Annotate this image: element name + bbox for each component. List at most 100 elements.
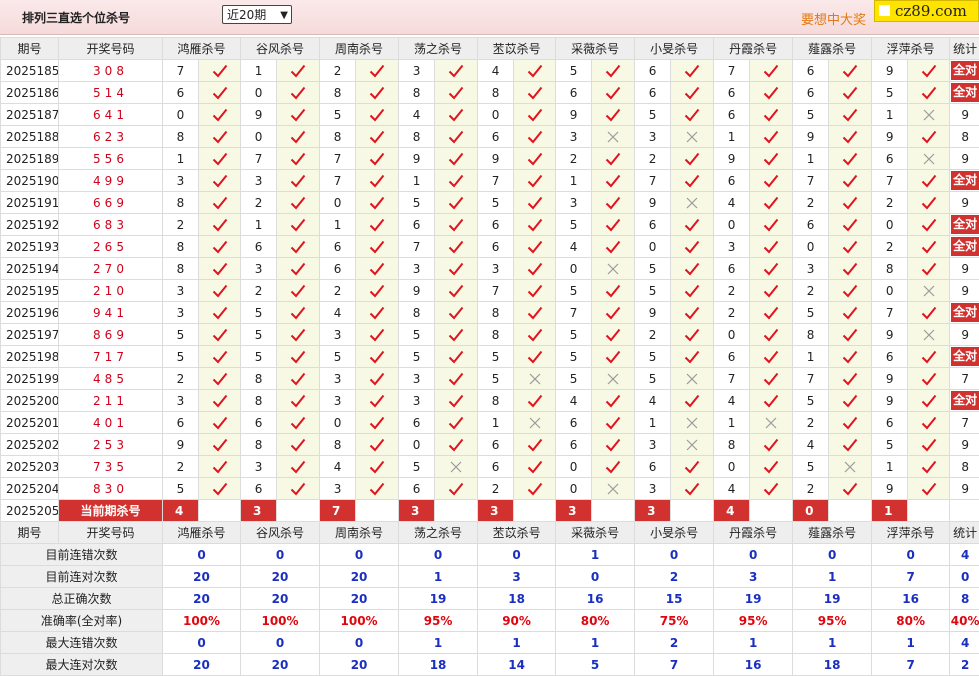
check-icon — [290, 64, 306, 78]
kill-number-cell: 5 — [399, 192, 435, 214]
kill-number-cell: 6 — [241, 236, 277, 258]
check-icon — [921, 130, 937, 144]
miss-mark-cell — [671, 368, 714, 390]
check-icon — [369, 438, 385, 452]
kill-number-cell: 5 — [163, 324, 199, 346]
kill-number-cell: 8 — [872, 258, 908, 280]
stat-row: 总正确次数202020191816151919168 — [1, 588, 979, 610]
check-icon — [448, 262, 464, 276]
check-icon — [212, 196, 228, 210]
check-icon — [684, 460, 700, 474]
hit-mark-cell — [592, 302, 635, 324]
check-icon — [212, 460, 228, 474]
hit-mark-cell — [199, 214, 241, 236]
check-icon — [369, 108, 385, 122]
kill-number-cell: 5 — [793, 104, 829, 126]
current-total-empty — [950, 500, 979, 522]
hit-mark-cell — [829, 478, 872, 500]
check-icon — [842, 130, 858, 144]
kill-number-cell: 0 — [399, 434, 435, 456]
check-icon — [290, 196, 306, 210]
hit-mark-cell — [277, 478, 320, 500]
current-kill-value: 3 — [556, 500, 592, 522]
check-icon — [369, 284, 385, 298]
kill-number-cell: 7 — [320, 170, 356, 192]
hit-mark-cell — [750, 214, 793, 236]
stat-value: 7 — [872, 566, 950, 588]
hit-mark-cell — [750, 104, 793, 126]
hit-mark-cell — [356, 412, 399, 434]
kill-number-cell: 3 — [163, 390, 199, 412]
table-row: 20252002113833844459全对 — [1, 390, 979, 412]
hit-mark-cell — [908, 346, 950, 368]
miss-mark-cell — [908, 324, 950, 346]
kill-number-cell: 7 — [241, 148, 277, 170]
cross-icon — [450, 461, 462, 473]
kill-number-cell: 6 — [714, 82, 750, 104]
kill-number-cell: 1 — [635, 412, 671, 434]
range-select-value: 近20期 — [227, 8, 266, 22]
range-select[interactable]: 近20期 ▼ — [222, 5, 292, 24]
hit-mark-cell — [592, 280, 635, 302]
kill-number-cell: 2 — [635, 148, 671, 170]
hit-mark-cell — [829, 170, 872, 192]
check-icon — [605, 240, 621, 254]
hit-mark-cell — [750, 148, 793, 170]
kill-number-cell: 6 — [241, 412, 277, 434]
period-cell: 2025194 — [1, 258, 59, 280]
check-icon — [605, 350, 621, 364]
kill-number-cell: 3 — [399, 60, 435, 82]
hit-mark-cell — [356, 390, 399, 412]
hit-mark-cell — [435, 412, 478, 434]
draw-header: 开奖号码 — [59, 38, 163, 60]
cross-icon — [607, 263, 619, 275]
kill-number-cell: 4 — [714, 390, 750, 412]
kill-number-cell: 1 — [478, 412, 514, 434]
check-icon — [290, 372, 306, 386]
hit-mark-cell — [199, 280, 241, 302]
hit-mark-cell — [435, 214, 478, 236]
kill-number-cell: 9 — [872, 126, 908, 148]
cross-icon — [923, 109, 935, 121]
stat-value: 95% — [793, 610, 872, 632]
correct-count: 9 — [961, 152, 969, 166]
check-icon — [763, 240, 779, 254]
kill-number-cell: 2 — [163, 214, 199, 236]
check-icon — [369, 328, 385, 342]
check-icon — [684, 152, 700, 166]
kill-number-cell: 0 — [241, 82, 277, 104]
check-icon — [605, 64, 621, 78]
check-icon — [921, 438, 937, 452]
check-icon — [290, 438, 306, 452]
hit-mark-cell — [671, 214, 714, 236]
kill-number-cell: 8 — [478, 390, 514, 412]
hit-mark-cell — [435, 324, 478, 346]
expert-header: 鸿雁杀号 — [163, 522, 241, 544]
check-icon — [448, 372, 464, 386]
check-icon — [763, 482, 779, 496]
kill-number-cell: 9 — [635, 192, 671, 214]
period-cell: 2025201 — [1, 412, 59, 434]
hit-mark-cell — [908, 126, 950, 148]
hit-mark-cell — [671, 456, 714, 478]
kill-number-cell: 6 — [478, 456, 514, 478]
kill-number-cell: 7 — [793, 170, 829, 192]
check-icon — [605, 218, 621, 232]
check-icon — [842, 306, 858, 320]
check-icon — [763, 86, 779, 100]
current-period-row: 2025205当前期杀号4373333401 — [1, 500, 979, 522]
period-cell: 2025197 — [1, 324, 59, 346]
kill-number-cell: 5 — [399, 324, 435, 346]
table-row: 202519427083633056389 — [1, 258, 979, 280]
hit-mark-cell — [277, 302, 320, 324]
check-icon — [921, 394, 937, 408]
site-logo[interactable]: cz89.com — [874, 0, 979, 22]
hit-mark-cell — [199, 170, 241, 192]
period-cell: 2025200 — [1, 390, 59, 412]
check-icon — [290, 394, 306, 408]
stat-value: 1 — [793, 566, 872, 588]
hit-mark-cell — [829, 236, 872, 258]
kill-number-cell: 5 — [556, 60, 592, 82]
check-icon — [527, 394, 543, 408]
hit-mark-cell — [592, 236, 635, 258]
